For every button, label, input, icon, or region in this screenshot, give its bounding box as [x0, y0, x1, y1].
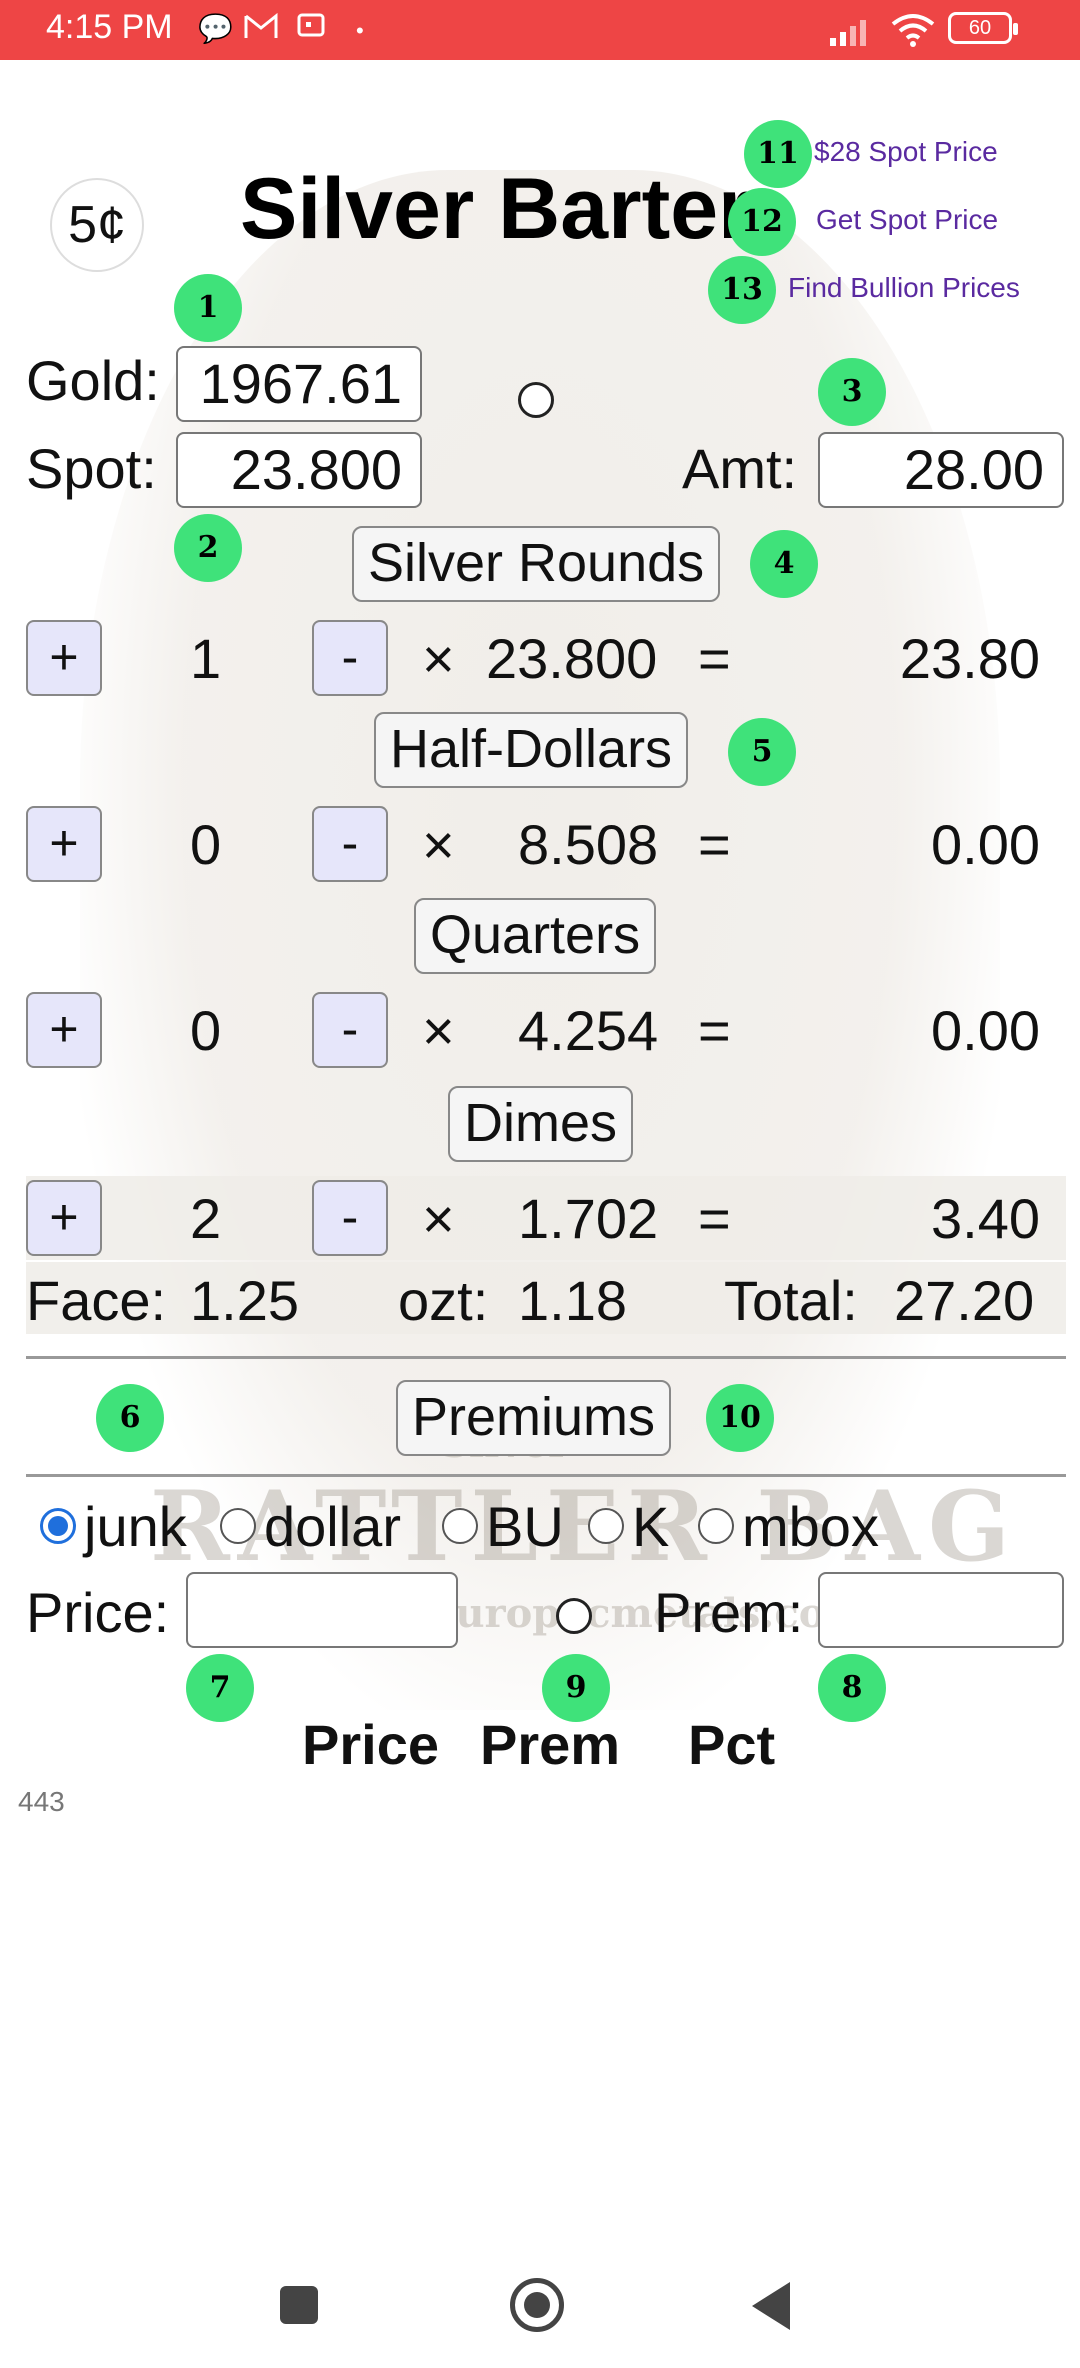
silver-rounds-button[interactable]: Silver Rounds: [352, 526, 721, 602]
app-notification-icon: [296, 12, 328, 49]
quarters-total: 0.00: [931, 999, 1040, 1062]
amount-field[interactable]: 28.00: [818, 432, 1064, 508]
total-value: 27.20: [894, 1269, 1035, 1332]
overlay-badge-9: 9: [542, 1654, 610, 1722]
silver-rounds-minus-button[interactable]: -: [312, 620, 388, 696]
overlay-badge-10: 10: [706, 1384, 774, 1452]
back-icon[interactable]: [752, 2282, 790, 2330]
ozt-value: 1.18: [518, 1269, 627, 1332]
dimes-total: 3.40: [931, 1187, 1040, 1250]
overlay-badge-11: 11: [744, 120, 812, 188]
footer-number: 443: [18, 1786, 65, 1817]
radio-dollar[interactable]: [220, 1508, 256, 1544]
col-header-pct: Pct: [688, 1713, 776, 1776]
dimes-count: 2: [190, 1187, 222, 1250]
quarters-count: 0: [190, 999, 222, 1062]
system-nav-bar: [0, 2240, 1080, 2368]
overlay-badge-13: 13: [708, 256, 776, 324]
status-time: 4:15 PM: [46, 8, 173, 46]
col-header-prem: Prem: [480, 1713, 621, 1776]
spot-28-link[interactable]: $28 Spot Price: [814, 136, 998, 168]
dimes-rate: 1.702: [518, 1187, 659, 1250]
half-dollars-rate: 8.508: [518, 813, 659, 876]
status-bar: 4:15 PM 💬 • 60: [0, 0, 1080, 60]
chat-notification-icon: 💬: [198, 13, 233, 44]
radio-dollar-label: dollar: [264, 1495, 401, 1558]
find-bullion-prices-link[interactable]: Find Bullion Prices: [788, 272, 1020, 304]
spot-price-field[interactable]: 23.800: [176, 432, 422, 508]
battery-icon: 60: [948, 12, 1018, 44]
spot-label: Spot:: [26, 437, 157, 500]
gold-label: Gold:: [26, 349, 160, 412]
prem-label: Prem:: [654, 1581, 804, 1644]
signal-icon: [828, 16, 876, 51]
radio-mbox[interactable]: [698, 1508, 734, 1544]
divider-bottom: [26, 1474, 1066, 1477]
silver-rounds-count: 1: [190, 627, 222, 690]
wifi-icon: [890, 12, 936, 53]
total-label: Total:: [724, 1269, 858, 1332]
face-value: 1.25: [190, 1269, 299, 1332]
quarters-rate: 4.254: [518, 999, 659, 1062]
quarters-times: ×: [422, 999, 455, 1062]
dimes-times: ×: [422, 1187, 455, 1250]
dimes-button[interactable]: Dimes: [448, 1086, 634, 1162]
half-dollars-plus-button[interactable]: +: [26, 806, 102, 882]
gold-price-field[interactable]: 1967.61: [176, 346, 422, 422]
coin-button[interactable]: 5¢: [50, 178, 144, 272]
overlay-badge-5: 5: [728, 718, 796, 786]
face-label: Face:: [26, 1269, 167, 1332]
quarters-equals: =: [698, 999, 731, 1062]
get-spot-price-link[interactable]: Get Spot Price: [816, 204, 998, 236]
radio-junk[interactable]: [40, 1508, 76, 1544]
dimes-plus-button[interactable]: +: [26, 1180, 102, 1256]
more-notifications-icon: •: [356, 18, 364, 43]
gmail-icon: [244, 12, 278, 47]
overlay-badge-7: 7: [186, 1654, 254, 1722]
col-header-price: Price: [302, 1713, 439, 1776]
radio-k-label: K: [632, 1495, 670, 1558]
price-field[interactable]: [186, 1572, 458, 1648]
overlay-badge-12: 12: [728, 188, 796, 256]
prem-field[interactable]: [818, 1572, 1064, 1648]
overlay-badge-8: 8: [818, 1654, 886, 1722]
radio-bu-label: BU: [486, 1495, 564, 1558]
overlay-badge-1: 1: [174, 274, 242, 342]
amt-label: Amt:: [682, 437, 798, 500]
dimes-equals: =: [698, 1187, 731, 1250]
overlay-badge-6: 6: [96, 1384, 164, 1452]
quarters-minus-button[interactable]: -: [312, 992, 388, 1068]
ozt-label: ozt:: [398, 1269, 489, 1332]
recents-icon[interactable]: [280, 2286, 318, 2324]
half-dollars-minus-button[interactable]: -: [312, 806, 388, 882]
quarters-plus-button[interactable]: +: [26, 992, 102, 1068]
silver-rounds-times: ×: [422, 627, 455, 690]
price-label: Price:: [26, 1581, 170, 1644]
page-title: Silver Barter: [240, 161, 752, 257]
radio-mbox-label: mbox: [742, 1495, 879, 1558]
half-dollars-button[interactable]: Half-Dollars: [374, 712, 689, 788]
silver-rounds-equals: =: [698, 627, 731, 690]
silver-rounds-plus-button[interactable]: +: [26, 620, 102, 696]
divider-top: [26, 1356, 1066, 1359]
half-dollars-times: ×: [422, 813, 455, 876]
gold-toggle-circle[interactable]: [518, 382, 554, 418]
silver-rounds-rate: 23.800: [486, 627, 658, 690]
overlay-badge-2: 2: [174, 514, 242, 582]
premiums-button[interactable]: Premiums: [396, 1380, 672, 1456]
half-dollars-equals: =: [698, 813, 731, 876]
dimes-minus-button[interactable]: -: [312, 1180, 388, 1256]
price-toggle-circle[interactable]: [556, 1598, 592, 1634]
half-dollars-total: 0.00: [931, 813, 1040, 876]
radio-bu[interactable]: [442, 1508, 478, 1544]
quarters-button[interactable]: Quarters: [414, 898, 657, 974]
radio-k[interactable]: [588, 1508, 624, 1544]
overlay-badge-3: 3: [818, 358, 886, 426]
radio-junk-label: junk: [84, 1495, 187, 1558]
overlay-badge-4: 4: [750, 530, 818, 598]
home-icon[interactable]: [510, 2278, 564, 2332]
silver-rounds-total: 23.80: [899, 627, 1040, 690]
half-dollars-count: 0: [190, 813, 222, 876]
